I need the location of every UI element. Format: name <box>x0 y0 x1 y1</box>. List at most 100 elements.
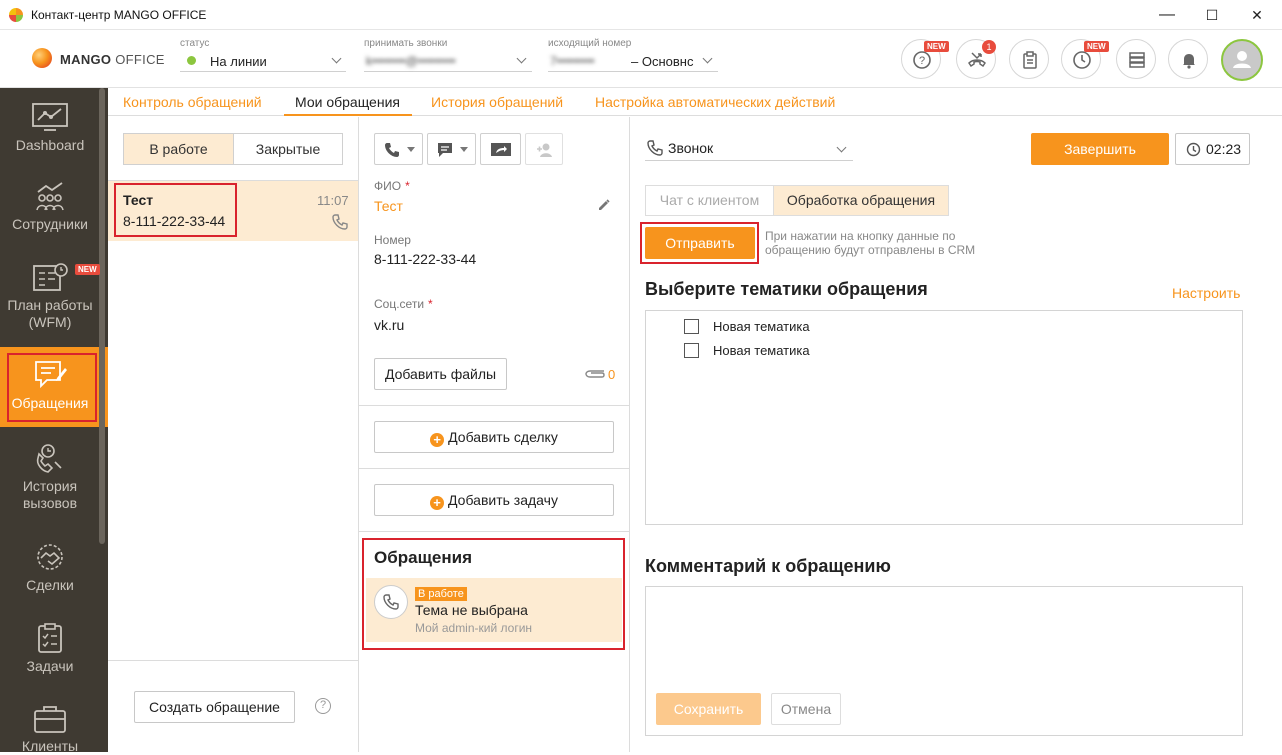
paperclip-icon <box>585 370 605 378</box>
tab-requests-history[interactable]: История обращений <box>431 94 563 110</box>
annotation-box-requests <box>362 538 625 650</box>
edit-pencil-icon[interactable] <box>597 198 611 212</box>
server-list-icon <box>1129 52 1145 68</box>
tasks-icon <box>38 623 62 653</box>
column-divider <box>629 117 630 752</box>
finish-button[interactable]: Завершить <box>1031 133 1169 165</box>
window-titlebar: Контакт-центр MANGO OFFICE — ☐ ✕ <box>0 0 1282 30</box>
sidebar-item-deals[interactable]: Сделки <box>0 541 100 594</box>
share-icon <box>491 143 511 156</box>
cancel-button[interactable]: Отмена <box>771 693 841 725</box>
phone-icon <box>385 143 399 157</box>
mango-logo: MANGO OFFICE <box>60 52 165 67</box>
message-action-button[interactable] <box>427 133 476 165</box>
details-divider <box>359 405 629 406</box>
annotation-box-sidebar <box>7 353 97 422</box>
fio-label: ФИО * <box>374 179 410 193</box>
add-deal-button[interactable]: + Добавить сделку <box>374 421 614 453</box>
caret-down-icon <box>460 147 468 152</box>
clock-icon <box>1186 142 1201 157</box>
sidebar-item-dashboard[interactable]: Dashboard <box>0 101 100 154</box>
topic-checkbox[interactable] <box>684 343 699 358</box>
annotation-box-list-item <box>114 183 237 237</box>
topic-checkbox[interactable] <box>684 319 699 334</box>
outgoing-number-digits: 7••••••••• <box>550 54 595 68</box>
employees-icon <box>36 182 64 211</box>
topics-title: Выберите тематики обращения <box>645 279 928 299</box>
topics-configure-link[interactable]: Настроить <box>1172 285 1240 301</box>
queues-button[interactable] <box>1116 39 1156 79</box>
caret-down-icon <box>407 147 415 152</box>
topic-label: Новая тематика <box>713 319 810 334</box>
share-screen-button[interactable] <box>480 133 521 165</box>
add-files-button[interactable]: Добавить файлы <box>374 358 507 390</box>
segment-in-progress[interactable]: В работе <box>123 133 234 165</box>
tab-request-processing[interactable]: Обработка обращения <box>773 185 949 216</box>
tab-auto-actions-settings[interactable]: Настройка автоматических действий <box>595 94 835 110</box>
add-user-icon <box>537 143 552 157</box>
number-label: Номер <box>374 233 411 247</box>
add-participant-button[interactable] <box>525 133 563 165</box>
dashboard-icon <box>32 103 68 131</box>
send-hint: При нажатии на кнопку данные по обращению… <box>765 229 976 257</box>
plus-icon: + <box>430 433 445 447</box>
status-dot-icon <box>187 56 196 65</box>
tab-client-chat[interactable]: Чат с клиентом <box>645 185 774 216</box>
missed-calls-count: 1 <box>982 40 996 54</box>
list-footer-divider <box>108 660 358 661</box>
social-value: vk.ru <box>374 317 405 333</box>
tab-requests-control[interactable]: Контроль обращений <box>123 94 262 110</box>
details-divider <box>359 468 629 469</box>
clock-icon <box>1073 51 1091 69</box>
svg-text:?: ? <box>919 55 925 67</box>
message-icon <box>438 143 452 157</box>
accept-calls-label: принимать звонки <box>364 38 448 49</box>
add-task-button[interactable]: + Добавить задачу <box>374 484 614 516</box>
tab-my-requests[interactable]: Мои обращения <box>295 94 400 110</box>
sidebar-item-label: Задачи <box>26 658 74 674</box>
sidebar-item-label: Dashboard <box>15 137 85 153</box>
history-new-badge: NEW <box>1084 41 1109 52</box>
help-icon[interactable]: ? <box>315 698 331 714</box>
number-value: 8-111-222-33-44 <box>374 251 477 267</box>
call-history-icon <box>36 444 62 473</box>
channel-select[interactable] <box>645 139 853 161</box>
sidebar-item-call-history[interactable]: История вызовов <box>0 442 100 512</box>
timer-button[interactable]: 02:23 <box>1175 133 1250 165</box>
sidebar-item-label: Сотрудники <box>12 216 88 232</box>
sidebar-item-tasks[interactable]: Задачи <box>0 622 100 675</box>
help-new-badge: NEW <box>924 41 949 52</box>
sidebar-item-clients[interactable]: Клиенты <box>0 702 100 755</box>
minimize-button[interactable]: — <box>1156 4 1178 26</box>
create-request-button[interactable]: Создать обращение <box>134 691 295 723</box>
details-divider <box>359 531 629 532</box>
notifications-button[interactable] <box>1168 39 1208 79</box>
save-button[interactable]: Сохранить <box>656 693 761 725</box>
column-divider <box>358 117 359 752</box>
sidebar-item-label: Сделки <box>26 577 74 593</box>
social-label: Соц.сети * <box>374 297 433 311</box>
clipboard-button[interactable] <box>1009 39 1049 79</box>
mango-logo-icon <box>32 48 52 68</box>
outgoing-number-label: исходящий номер <box>548 38 632 49</box>
close-button[interactable]: ✕ <box>1246 4 1268 26</box>
deals-icon <box>37 544 63 570</box>
user-avatar[interactable] <box>1221 39 1263 81</box>
call-action-button[interactable] <box>374 133 423 165</box>
maximize-button[interactable]: ☐ <box>1201 4 1223 26</box>
help-clock-icon: ? <box>913 51 931 69</box>
window-title: Контакт-центр MANGO OFFICE <box>31 8 207 22</box>
segment-closed[interactable]: Закрытые <box>233 133 343 165</box>
active-tab-indicator <box>284 114 412 116</box>
outgoing-number-value: – Основнс <box>631 54 694 69</box>
wfm-plan-icon <box>33 263 68 291</box>
sidebar-item-employees[interactable]: Сотрудники <box>0 180 100 233</box>
fio-value: Тест <box>374 198 403 214</box>
status-label: статус <box>180 38 210 49</box>
phone-icon <box>332 214 348 230</box>
comment-title: Комментарий к обращению <box>645 556 891 576</box>
user-icon <box>1233 51 1251 68</box>
bell-icon <box>1183 54 1195 69</box>
wfm-new-badge: NEW <box>75 264 100 275</box>
sidebar-item-label: История вызовов <box>22 478 78 511</box>
